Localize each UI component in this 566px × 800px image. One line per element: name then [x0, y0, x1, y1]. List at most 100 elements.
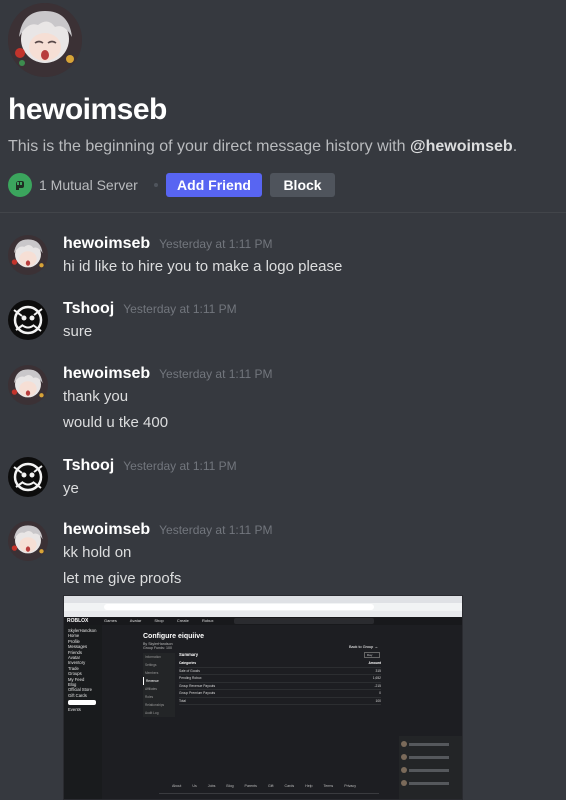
message-header: Tshooj Yesterday at 1:11 PM	[63, 457, 237, 477]
browser-tab-strip	[64, 596, 462, 603]
message-header: hewoimseb Yesterday at 1:11 PM	[63, 235, 273, 255]
config-menu-item-active: Revenue	[143, 677, 175, 685]
table-cell: Pending Robux	[179, 676, 202, 680]
message-timestamp: Yesterday at 1:11 PM	[159, 367, 273, 381]
footer-divider	[159, 793, 379, 794]
message-header: hewoimseb Yesterday at 1:11 PM	[63, 521, 273, 541]
chat-text	[409, 755, 449, 759]
table-row: Pending Robux 1,652	[179, 675, 381, 683]
table-cell: Group Premium Payouts	[179, 691, 216, 695]
table-cell: 0	[379, 691, 381, 695]
message-header: Tshooj Yesterday at 1:11 PM	[63, 300, 237, 320]
chat-avatar	[401, 780, 407, 786]
sidebar-item: Gift Cards	[68, 692, 87, 698]
fist-icon	[8, 173, 32, 197]
mutual-servers[interactable]: 1 Mutual Server	[8, 173, 158, 197]
chat-row	[399, 739, 462, 749]
message-author[interactable]: Tshooj	[63, 457, 114, 475]
chat-row	[399, 752, 462, 762]
black-white-art-avatar-icon	[8, 457, 48, 497]
table-cell: Total	[179, 698, 186, 703]
config-menu-item: Information	[145, 655, 161, 659]
day-dropdown: Day	[364, 652, 380, 658]
chat-avatar	[401, 767, 407, 773]
table-cell: 100	[375, 698, 381, 703]
message-text: sure	[63, 323, 93, 340]
table-cell: 315	[375, 668, 381, 673]
chat-text	[409, 781, 449, 785]
message-text: hi id like to hire you to make a logo pl…	[63, 258, 343, 275]
message-text: would u tke 400	[63, 414, 169, 431]
table-cell: Sale of Goods	[179, 668, 200, 673]
roblox-footer-links: About Us Jobs Blog Parents Gift Cards He…	[172, 784, 357, 788]
avatar[interactable]	[8, 521, 48, 561]
table-header-cell: Amount	[368, 661, 381, 665]
back-to-group-link: Back to Group →	[349, 645, 379, 649]
table-header: Categories Amount	[179, 660, 381, 668]
config-menu-item: Affiliates	[145, 687, 157, 691]
chat-row	[399, 778, 462, 788]
message-text: kk hold on	[63, 544, 132, 561]
summary-heading: Summary	[179, 652, 199, 657]
message-author[interactable]: hewoimseb	[63, 235, 150, 253]
table-row: Group Revenue Payouts -215	[179, 683, 381, 690]
table-header-cell: Categories	[179, 661, 197, 665]
chat-avatar	[401, 741, 407, 747]
chat-row	[399, 765, 462, 775]
add-friend-button[interactable]: Add Friend	[166, 173, 262, 197]
message-text: let me give proofs	[63, 570, 182, 587]
table-cell: Group Revenue Payouts	[179, 683, 216, 688]
black-white-art-avatar-icon	[8, 300, 48, 340]
config-funds: Group Funds: 100	[143, 646, 172, 651]
message-timestamp: Yesterday at 1:11 PM	[159, 237, 273, 251]
anime-girl-avatar-icon	[8, 365, 48, 405]
anime-girl-avatar-icon	[8, 235, 48, 275]
revenue-table: Categories Amount Sale of Goods 315 Pend…	[179, 660, 381, 705]
mutual-servers-label: 1 Mutual Server	[39, 177, 138, 193]
dm-header: hewoimseb This is the beginning of your …	[0, 0, 566, 205]
message-timestamp: Yesterday at 1:11 PM	[159, 523, 273, 537]
avatar[interactable]	[8, 235, 48, 275]
config-menu-item: Members	[145, 671, 159, 675]
message-author[interactable]: hewoimseb	[63, 521, 150, 539]
table-row: Total 100	[179, 698, 381, 705]
chat-text	[409, 742, 449, 746]
table-row: Group Premium Payouts 0	[179, 690, 381, 698]
intro-suffix: .	[512, 138, 518, 155]
config-menu: Information Settings Members Revenue Aff…	[143, 653, 175, 717]
config-title: Configure eiquiive	[143, 633, 205, 640]
table-cell: -215	[374, 683, 381, 688]
divider	[0, 212, 566, 213]
profile-username: hewoimseb	[8, 93, 167, 126]
avatar[interactable]	[8, 457, 48, 497]
avatar[interactable]	[8, 365, 48, 405]
avatar[interactable]	[8, 300, 48, 340]
message-text: thank you	[63, 388, 129, 405]
avatar[interactable]	[8, 3, 82, 77]
config-subtitle: By SkylerHandson Group Funds: 100	[143, 642, 173, 650]
separator-dot	[153, 183, 158, 187]
message-timestamp: Yesterday at 1:11 PM	[123, 302, 237, 316]
message-text: ye	[63, 480, 79, 497]
premium-button	[68, 700, 96, 706]
config-menu-item: Settings	[145, 663, 157, 667]
roblox-search	[234, 618, 374, 624]
sidebar-item-events: Events	[68, 707, 81, 713]
message-author[interactable]: Tshooj	[63, 300, 114, 318]
roblox-chat-panel	[399, 736, 462, 799]
config-menu-item: Relationships	[145, 703, 165, 707]
chat-text	[409, 768, 449, 772]
dm-intro-text: This is the beginning of your direct mes…	[8, 138, 517, 156]
message-author[interactable]: hewoimseb	[63, 365, 150, 383]
config-menu-item: Roles	[145, 695, 154, 699]
anime-girl-avatar-icon	[8, 521, 48, 561]
chat-avatar	[401, 754, 407, 760]
message-header: hewoimseb Yesterday at 1:11 PM	[63, 365, 273, 385]
roblox-logo: ROBLOX	[67, 618, 89, 624]
message-timestamp: Yesterday at 1:11 PM	[123, 459, 237, 473]
table-row: Sale of Goods 315	[179, 668, 381, 675]
intro-prefix: This is the beginning of your direct mes…	[8, 138, 410, 155]
image-attachment[interactable]: ROBLOX Games Avatar Shop Create Robux Sk…	[63, 595, 463, 800]
block-button[interactable]: Block	[270, 173, 335, 197]
roblox-sidebar: SkylerHandson Home Profile Messages Frie…	[64, 625, 102, 799]
